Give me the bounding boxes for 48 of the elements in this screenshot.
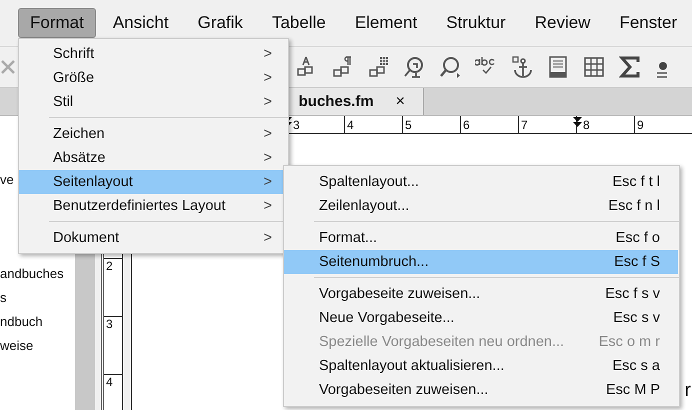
ruler-number: 4 xyxy=(347,118,354,132)
search-icon[interactable] xyxy=(439,56,461,78)
sidebar-item[interactable]: s xyxy=(0,286,76,310)
menu-item[interactable]: Spaltenlayout... Esc f t l xyxy=(284,170,678,194)
page-icon[interactable] xyxy=(547,56,569,78)
menu-item[interactable]: Vorgabeseite zuweisen... Esc f s v xyxy=(284,282,678,306)
ruler-number: 9 xyxy=(637,118,644,132)
menu-item[interactable]: Größe > xyxy=(19,66,287,90)
ruler-number: 6 xyxy=(463,118,470,132)
close-tab-button[interactable]: × xyxy=(396,92,405,110)
menu-item[interactable]: Benutzerdefiniertes Layout > xyxy=(19,194,287,218)
ruler-number: 8 xyxy=(583,118,590,132)
ruler-number: 3 xyxy=(293,118,300,132)
table-format-icon[interactable] xyxy=(367,56,389,78)
menu-bar-item[interactable]: Format xyxy=(18,8,96,38)
menu-item[interactable]: Dokument > xyxy=(19,226,287,250)
find-icon[interactable] xyxy=(403,56,425,78)
menu-item[interactable]: Spaltenlayout aktualisieren... Esc s a xyxy=(284,354,678,378)
sigma-icon[interactable] xyxy=(619,56,641,78)
menu-item[interactable]: Absätze > xyxy=(19,146,287,170)
page-text: r xyxy=(684,379,691,403)
anchor-icon[interactable] xyxy=(511,56,533,78)
menu-bar-item[interactable]: Fenster xyxy=(607,8,690,38)
tab-stop-icon[interactable] xyxy=(573,117,582,128)
menu-bar-item[interactable]: Grafik xyxy=(186,8,255,38)
menu-bar-item[interactable]: Tabelle xyxy=(260,8,338,38)
sidebar-item[interactable]: weise xyxy=(0,334,76,358)
menu-item[interactable]: Zeichen > xyxy=(19,122,287,146)
menu-bar-item[interactable]: Review xyxy=(522,8,602,38)
ruler-number: 2 xyxy=(106,259,113,273)
menu-item[interactable]: Zeilenlayout... Esc f n l xyxy=(284,194,678,218)
ruler-number: 7 xyxy=(521,118,528,132)
sidebar-item[interactable]: andbuches xyxy=(0,262,76,286)
sidebar-item[interactable]: ndbuch xyxy=(0,310,76,334)
paragraph-format-icon[interactable] xyxy=(331,56,353,78)
menu-item[interactable]: Schrift > xyxy=(19,42,287,66)
menu-item[interactable]: Seitenumbruch... Esc f S xyxy=(284,250,678,274)
ruler-number: 4 xyxy=(106,375,113,389)
menu-bar-item[interactable]: Ansicht xyxy=(100,8,181,38)
document-tab-title[interactable]: buches.fm xyxy=(298,93,374,110)
menu-item[interactable]: Neue Vorgabeseite... Esc s v xyxy=(284,306,678,330)
table-icon[interactable] xyxy=(583,56,605,78)
menu-item[interactable]: Vorgabeseiten zuweisen... Esc M P xyxy=(284,378,678,402)
menu-bar-item[interactable]: Element xyxy=(342,8,430,38)
menu-bar-item[interactable]: Struktur xyxy=(434,8,518,38)
ruler-number: 3 xyxy=(106,317,113,331)
menu-item[interactable]: Format... Esc f o xyxy=(284,226,678,250)
ruler-number: 5 xyxy=(405,118,412,132)
